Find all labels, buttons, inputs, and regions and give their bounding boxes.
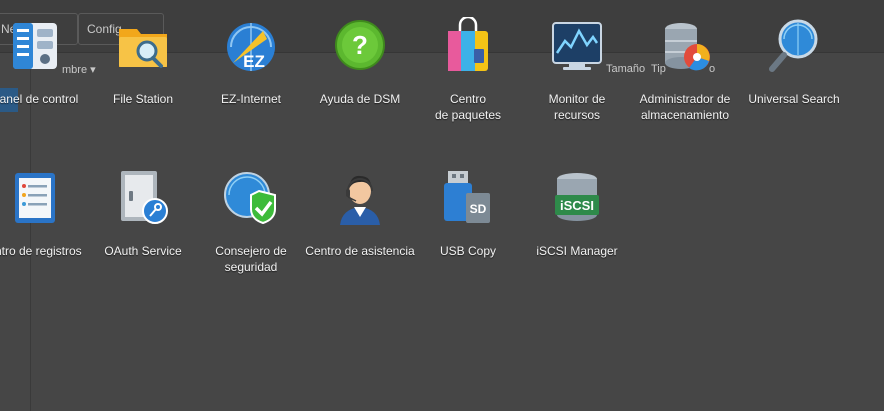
usb-icon-text: SD bbox=[470, 202, 487, 216]
app-label: Consejero de seguridad bbox=[215, 244, 287, 274]
iscsi-icon-text: iSCSI bbox=[560, 198, 594, 213]
app-tile-log-center[interactable]: entro de registros bbox=[0, 169, 90, 259]
package-center-icon bbox=[448, 17, 488, 71]
file-station-icon bbox=[119, 29, 167, 68]
app-tile-oauth-service[interactable]: OAuth Service bbox=[88, 169, 198, 259]
app-tile-support-center[interactable]: Centro de asistencia bbox=[305, 169, 415, 259]
app-tile-control-panel[interactable]: Panel de control bbox=[0, 17, 90, 107]
help-icon: ? bbox=[335, 20, 385, 70]
app-label: USB Copy bbox=[439, 244, 497, 258]
app-tile-universal-search[interactable]: Universal Search bbox=[739, 17, 849, 107]
security-advisor-icon bbox=[224, 172, 276, 225]
app-label: Centro de paquetes bbox=[434, 92, 502, 122]
help-icon-glyph: ? bbox=[352, 30, 368, 60]
oauth-service-icon bbox=[121, 171, 168, 224]
log-center-icon bbox=[15, 173, 55, 223]
app-label: Panel de control bbox=[0, 92, 79, 106]
app-label: Centro de asistencia bbox=[305, 244, 415, 258]
app-tile-file-station[interactable]: File Station bbox=[88, 17, 198, 107]
app-label: entro de registros bbox=[0, 244, 82, 258]
ez-icon-text: EZ bbox=[243, 52, 265, 71]
app-tile-package-center[interactable]: Centro de paquetes bbox=[413, 17, 523, 123]
app-label: EZ-Internet bbox=[220, 92, 282, 106]
app-tile-dsm-help[interactable]: ? Ayuda de DSM bbox=[305, 17, 415, 107]
app-tile-resource-monitor[interactable]: Monitor de recursos bbox=[522, 17, 632, 123]
iscsi-manager-icon: iSCSI bbox=[555, 173, 599, 221]
control-panel-icon bbox=[13, 23, 57, 69]
app-tile-ez-internet[interactable]: EZ EZ-Internet bbox=[196, 17, 306, 107]
app-label: iSCSI Manager bbox=[536, 244, 618, 258]
storage-manager-icon bbox=[665, 23, 710, 71]
app-tile-iscsi-manager[interactable]: iSCSI iSCSI Manager bbox=[522, 169, 632, 259]
app-tile-security-advisor[interactable]: Consejero de seguridad bbox=[196, 169, 306, 275]
resource-monitor-icon bbox=[552, 22, 602, 70]
universal-search-icon bbox=[769, 19, 818, 72]
app-tile-storage-manager[interactable]: Administrador de almacenamiento bbox=[630, 17, 740, 123]
app-label: File Station bbox=[112, 92, 174, 106]
app-label: Ayuda de DSM bbox=[319, 92, 401, 106]
usb-copy-icon: SD bbox=[444, 171, 490, 223]
app-launcher-grid: Panel de control File Station EZ EZ-Inte… bbox=[0, 0, 884, 411]
support-center-icon bbox=[340, 175, 380, 225]
app-tile-usb-copy[interactable]: SD USB Copy bbox=[413, 169, 523, 259]
app-label: Monitor de recursos bbox=[548, 92, 606, 122]
app-label: OAuth Service bbox=[104, 244, 182, 258]
app-label: Universal Search bbox=[748, 92, 840, 106]
app-label: Administrador de almacenamiento bbox=[639, 92, 731, 122]
ez-internet-icon: EZ bbox=[227, 23, 275, 71]
